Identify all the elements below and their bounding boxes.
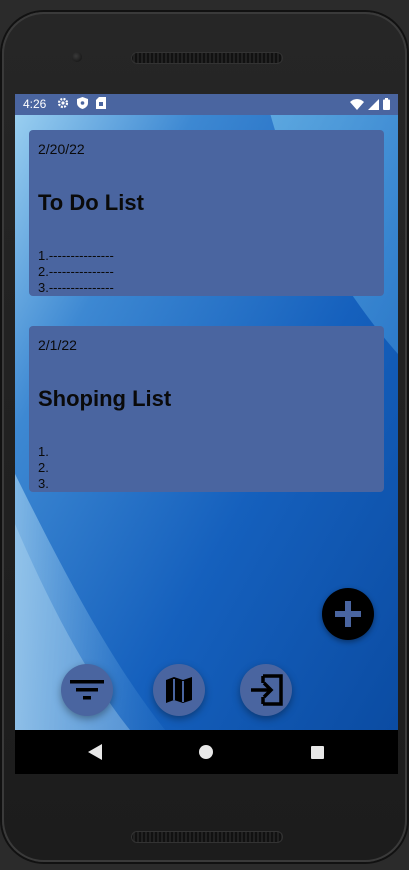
note-line: 3.---------------	[38, 280, 114, 295]
recents-button[interactable]	[295, 730, 339, 774]
note-line: 3.	[38, 476, 49, 491]
sim-card-icon	[96, 97, 106, 109]
note-title: To Do List	[38, 190, 144, 215]
note-line: 1.---------------	[38, 248, 114, 263]
exit-icon	[251, 674, 283, 706]
home-button[interactable]	[184, 730, 228, 774]
map-button[interactable]	[153, 664, 205, 716]
note-date: 2/1/22	[38, 337, 77, 353]
back-icon	[88, 744, 102, 760]
shield-icon	[77, 97, 88, 109]
filter-button[interactable]	[61, 664, 113, 716]
wifi-icon	[350, 98, 364, 110]
note-lines: 1. 2. 3.	[38, 444, 49, 492]
add-note-button[interactable]	[322, 588, 374, 640]
phone-screen: 4:26 2/20/22 To Do List 1.--------------…	[15, 94, 398, 774]
status-time: 4:26	[23, 97, 47, 111]
back-button[interactable]	[73, 730, 117, 774]
note-card[interactable]: 2/20/22 To Do List 1.--------------- 2.-…	[29, 130, 384, 296]
note-line: 1.	[38, 444, 49, 459]
note-date: 2/20/22	[38, 141, 85, 157]
exit-button[interactable]	[240, 664, 292, 716]
recents-icon	[310, 745, 324, 759]
front-camera	[72, 52, 82, 62]
plus-icon	[335, 601, 361, 627]
filter-icon	[70, 680, 104, 700]
gear-icon	[57, 97, 69, 109]
note-line: 2.	[38, 460, 49, 475]
status-bar: 4:26	[15, 94, 398, 115]
note-lines: 1.--------------- 2.--------------- 3.--…	[38, 248, 114, 296]
note-line: 2.---------------	[38, 264, 114, 279]
home-icon	[199, 745, 213, 759]
navigation-bar	[15, 730, 398, 774]
earpiece-speaker	[131, 52, 283, 64]
bottom-speaker	[131, 831, 283, 843]
note-title: Shoping List	[38, 386, 172, 411]
map-icon	[166, 677, 192, 703]
signal-icon	[368, 98, 379, 110]
note-card[interactable]: 2/1/22 Shoping List 1. 2. 3.	[29, 326, 384, 492]
battery-icon	[383, 98, 390, 110]
